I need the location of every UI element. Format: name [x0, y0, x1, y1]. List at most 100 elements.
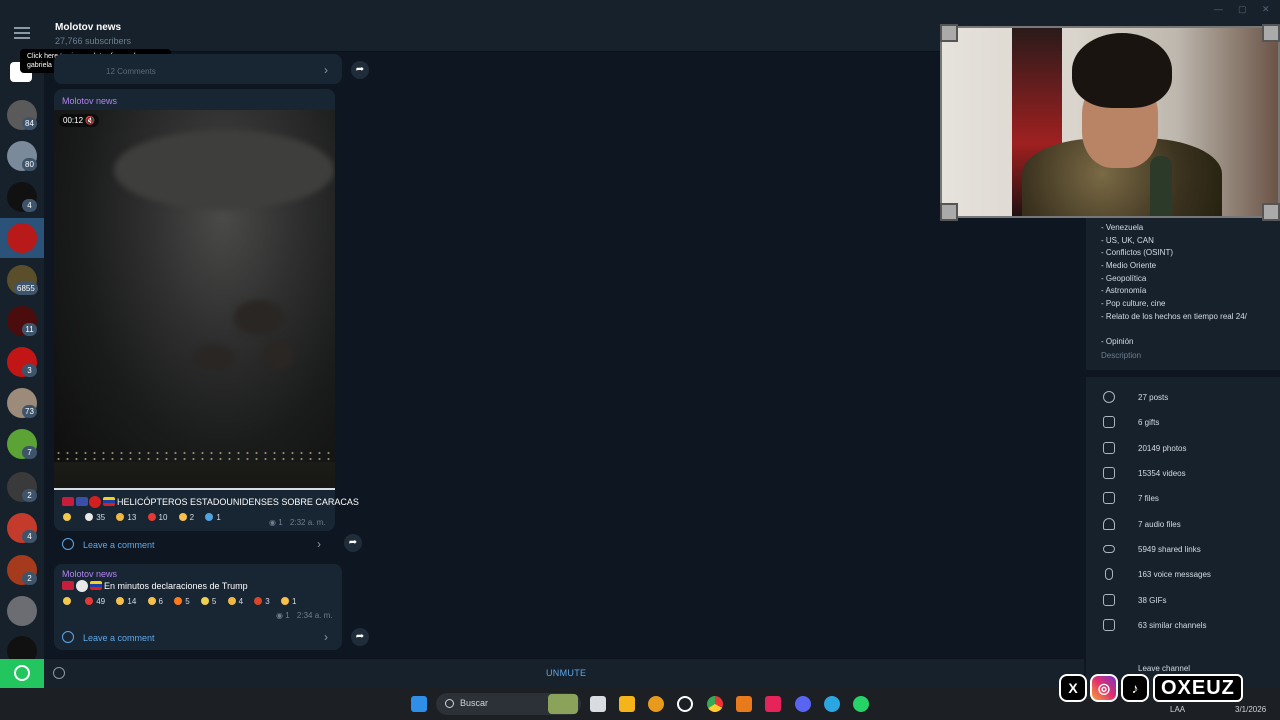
- flag-icon: [103, 497, 115, 506]
- view-count: ◉ 1 2:32 a. m.: [269, 518, 325, 527]
- reaction[interactable]: 5: [174, 597, 190, 606]
- reaction[interactable]: [63, 597, 74, 606]
- minimize-icon[interactable]: —: [1214, 4, 1223, 14]
- reaction-count: 35: [96, 513, 106, 522]
- reaction[interactable]: [63, 513, 74, 522]
- reaction[interactable]: 6: [147, 597, 163, 606]
- link-icon: [1103, 545, 1115, 553]
- stat-links[interactable]: 5949 shared links: [1138, 545, 1201, 554]
- video-player[interactable]: [54, 110, 335, 490]
- menu-icon[interactable]: [14, 27, 30, 39]
- close-window-icon[interactable]: ✕: [1262, 4, 1270, 15]
- maximize-icon[interactable]: ▢: [1238, 4, 1247, 15]
- reaction[interactable]: 2: [178, 513, 194, 522]
- leave-comment-row[interactable]: Leave a comment ›: [54, 626, 342, 650]
- streamer-handle: OXEUZ: [1153, 674, 1243, 702]
- stat-files[interactable]: 7 files: [1138, 494, 1159, 503]
- video-progress-bar[interactable]: [54, 488, 335, 490]
- stat-videos[interactable]: 15354 videos: [1138, 469, 1186, 478]
- photo-icon: [1103, 442, 1115, 454]
- windows-start-icon[interactable]: [411, 696, 427, 712]
- party-icon: [200, 597, 209, 605]
- chrome-icon[interactable]: [707, 696, 723, 712]
- chevron-right-icon[interactable]: ›: [324, 63, 328, 77]
- search-highlight-icon[interactable]: [548, 694, 578, 714]
- reaction-count: 5: [211, 597, 217, 606]
- views-label: 1: [285, 611, 290, 620]
- reaction[interactable]: 14: [116, 597, 136, 606]
- chevron-right-icon: ›: [324, 630, 328, 644]
- reaction-count: 4: [238, 597, 244, 606]
- reaction[interactable]: 10: [147, 513, 167, 522]
- flag-icon: [89, 496, 101, 508]
- discord-icon[interactable]: [795, 696, 811, 712]
- leave-comment-row[interactable]: Leave a comment ›: [54, 533, 335, 557]
- clock-date[interactable]: 3/1/2026: [1235, 705, 1266, 714]
- reaction-count: 6: [158, 597, 163, 606]
- frame-corner: [940, 24, 958, 42]
- unmute-button[interactable]: UNMUTE: [546, 668, 586, 678]
- unread-badge: 11: [22, 323, 37, 336]
- smile-icon: [116, 597, 125, 605]
- avatar[interactable]: [7, 596, 37, 626]
- message-bubble: 12 Comments ›: [54, 54, 342, 84]
- description-line: - US, UK, CAN: [1101, 236, 1154, 245]
- reaction[interactable]: 35: [85, 513, 105, 522]
- description-line: - Pop culture, cine: [1101, 299, 1166, 308]
- telegram-icon[interactable]: [824, 696, 840, 712]
- megaphone-icon: [1103, 619, 1115, 631]
- reactions-bar: 49 14 6 5 5 4 3 1: [63, 597, 305, 611]
- flag-icon: [62, 497, 74, 506]
- leave-channel-button[interactable]: Leave channel: [1138, 664, 1190, 673]
- leave-comment-label: Leave a comment: [83, 540, 155, 550]
- whatsapp-icon[interactable]: [853, 696, 869, 712]
- forward-icon[interactable]: ➦: [344, 534, 362, 552]
- star-icon: [63, 513, 71, 521]
- headphones-icon: [1103, 518, 1115, 530]
- reaction[interactable]: 49: [85, 597, 105, 606]
- instagram-icon: ◎: [1090, 674, 1118, 702]
- message-author[interactable]: Molotov news: [62, 569, 117, 579]
- reaction[interactable]: 4: [227, 597, 244, 606]
- stat-voice[interactable]: 163 voice messages: [1138, 570, 1211, 579]
- reaction-count: 5: [185, 597, 190, 606]
- reaction[interactable]: 5: [200, 597, 217, 606]
- avatar[interactable]: [7, 223, 37, 253]
- forward-icon[interactable]: ➦: [351, 628, 369, 646]
- reaction[interactable]: 3: [254, 597, 270, 606]
- app-icon[interactable]: [736, 696, 752, 712]
- file-icon: [1103, 492, 1115, 504]
- tiktok-icon[interactable]: [765, 696, 781, 712]
- app-icon[interactable]: [677, 696, 693, 712]
- channel-title[interactable]: Molotov news: [55, 22, 121, 33]
- unread-badge: 84: [22, 117, 37, 130]
- stat-similar[interactable]: 63 similar channels: [1138, 621, 1206, 630]
- stat-posts[interactable]: 27 posts: [1138, 393, 1168, 402]
- comments-count[interactable]: 12 Comments: [106, 67, 156, 76]
- message-author[interactable]: Molotov news: [62, 96, 117, 106]
- stat-photos[interactable]: 20149 photos: [1138, 444, 1187, 453]
- task-view-icon[interactable]: [590, 696, 606, 712]
- reaction[interactable]: 1: [280, 597, 296, 606]
- forward-icon[interactable]: ➦: [351, 61, 369, 79]
- gift-icon: [1103, 416, 1115, 428]
- stat-gifts[interactable]: 6 gifts: [1138, 418, 1159, 427]
- x-icon: X: [1059, 674, 1087, 702]
- app-icon[interactable]: [648, 696, 664, 712]
- unread-badge: 2: [22, 572, 37, 585]
- channel-info-panel: - Venezuela - US, UK, CAN - Conflictos (…: [1086, 218, 1280, 688]
- reaction[interactable]: 13: [116, 513, 136, 522]
- posts-icon: [1103, 391, 1115, 403]
- message-text: En minutos declaraciones de Trump: [104, 581, 248, 591]
- cry-icon: [147, 597, 156, 605]
- reaction[interactable]: 1: [205, 513, 221, 522]
- description-label: Description: [1101, 351, 1142, 360]
- file-explorer-icon[interactable]: [619, 696, 635, 712]
- language-indicator[interactable]: LAA: [1170, 705, 1185, 714]
- muted-speaker-icon[interactable]: 🔇: [85, 116, 95, 125]
- discussion-icon[interactable]: [53, 667, 65, 679]
- unread-badge: 80: [22, 158, 37, 171]
- stat-audio[interactable]: 7 audio files: [1138, 520, 1181, 529]
- stat-gifs[interactable]: 38 GIFs: [1138, 596, 1166, 605]
- whatsapp-shortcut[interactable]: [0, 659, 44, 688]
